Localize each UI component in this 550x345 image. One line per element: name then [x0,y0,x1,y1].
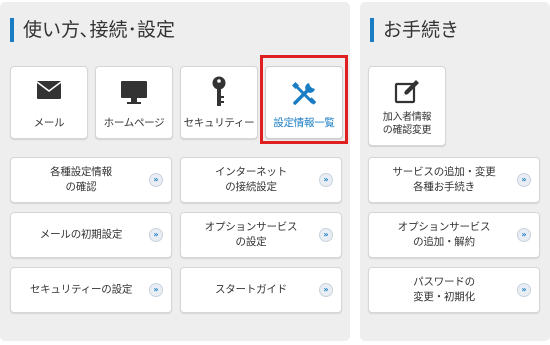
start-guide-button[interactable]: スタートガイド » [180,267,342,313]
service-change-button[interactable]: サービスの追加・変更 各種お手続き » [368,157,540,203]
internet-setup-button[interactable]: インターネット の接続設定 » [180,157,342,203]
option-add-cancel-label: オプションサービス の追加・解約 [397,221,491,248]
tile-settings-list-label: 設定情報一覧 [273,117,335,129]
security-setup-label: セキュリティーの設定 [29,283,133,296]
tile-subscriber-info-label: 加入者情報 の確認変更 [382,112,432,136]
monitor-icon [96,80,172,108]
settings-info-button[interactable]: 各種設定情報 の確認 » [10,157,172,203]
tile-mail-label: メール [33,117,65,129]
settings-panel: 使い方､接続･設定 メール ホームページ セキュリティー 設定情報一覧 各種設定… [0,2,350,341]
chevron-right-icon: » [319,228,333,242]
envelope-icon [11,80,87,108]
settings-info-label: 各種設定情報 の確認 [50,166,112,193]
chevron-right-icon: » [517,228,531,242]
internet-setup-label: インターネット の接続設定 [214,166,288,193]
edit-icon [369,79,445,107]
mail-setup-label: メールの初期設定 [39,228,123,241]
chevron-right-icon: » [319,283,333,297]
key-icon [181,76,257,108]
procedures-panel-title: お手続き [370,18,459,42]
mail-setup-button[interactable]: メールの初期設定 » [10,212,172,258]
tile-homepage-label: ホームページ [103,117,165,129]
tile-mail[interactable]: メール [10,66,88,139]
option-setup-button[interactable]: オプションサービス の設定 » [180,212,342,258]
chevron-right-icon: » [517,173,531,187]
option-setup-label: オプションサービス の設定 [204,221,298,248]
tile-security-label: セキュリティー [183,117,255,129]
tile-security[interactable]: セキュリティー [180,66,258,139]
option-add-cancel-button[interactable]: オプションサービス の追加・解約 » [368,212,540,258]
password-change-label: パスワードの 変更・初期化 [413,276,475,303]
settings-panel-title: 使い方､接続･設定 [10,18,175,42]
tile-subscriber-info[interactable]: 加入者情報 の確認変更 [368,66,446,146]
chevron-right-icon: » [319,173,333,187]
tools-icon [266,80,342,108]
chevron-right-icon: » [517,283,531,297]
tile-settings-list[interactable]: 設定情報一覧 [265,66,343,139]
password-change-button[interactable]: パスワードの 変更・初期化 » [368,267,540,313]
procedures-panel: お手続き 加入者情報 の確認変更 サービスの追加・変更 各種お手続き » オプシ… [360,2,550,341]
service-change-label: サービスの追加・変更 各種お手続き [392,166,496,193]
chevron-right-icon: » [149,228,163,242]
security-setup-button[interactable]: セキュリティーの設定 » [10,267,172,313]
chevron-right-icon: » [149,283,163,297]
chevron-right-icon: » [149,173,163,187]
tile-homepage[interactable]: ホームページ [95,66,173,139]
start-guide-label: スタートガイド [214,283,288,296]
